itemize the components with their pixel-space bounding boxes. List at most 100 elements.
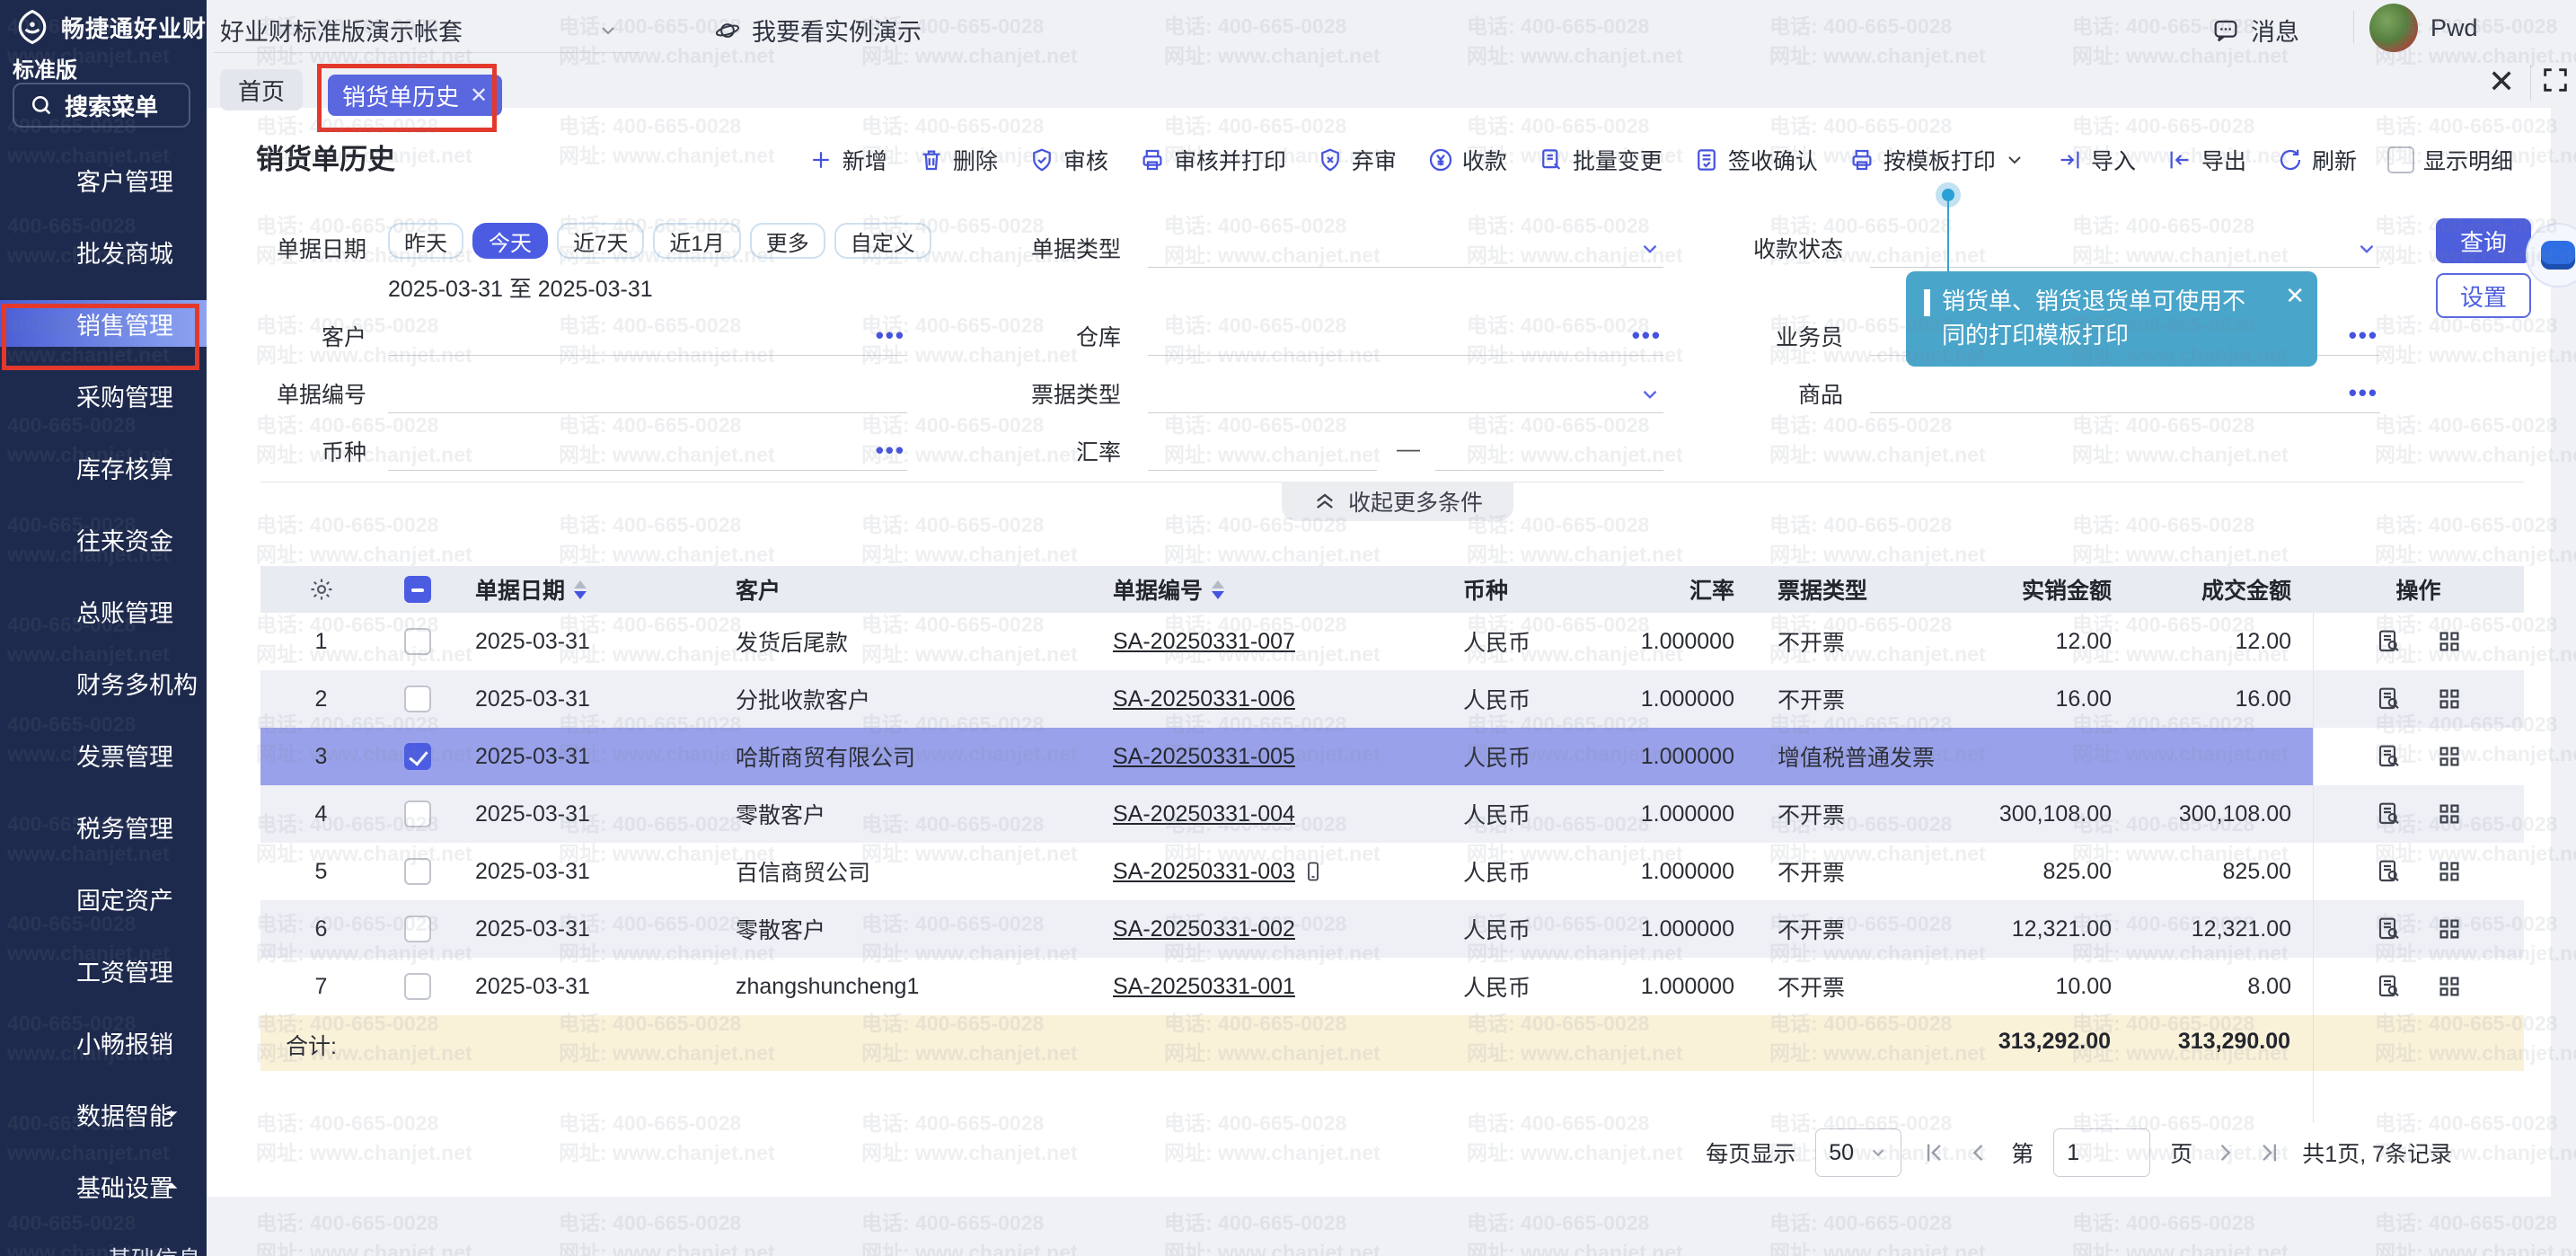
cell-operations[interactable] bbox=[2313, 670, 2524, 728]
doc-no-link[interactable]: SA-20250331-003 bbox=[1113, 859, 1295, 885]
date-quick-自定义[interactable]: 自定义 bbox=[834, 223, 931, 259]
query-button[interactable]: 查询 bbox=[2436, 218, 2531, 263]
grid-actions-icon[interactable] bbox=[2436, 973, 2463, 1000]
sidebar-item-7[interactable]: 财务多机构 bbox=[0, 647, 207, 719]
row-checkbox[interactable] bbox=[404, 685, 431, 712]
menu-search[interactable]: 搜索菜单 bbox=[13, 83, 190, 128]
gear-icon[interactable] bbox=[308, 576, 335, 603]
column-header-7[interactable]: 成交金额 bbox=[2133, 566, 2313, 613]
ellipsis-icon[interactable]: ••• bbox=[2349, 322, 2378, 349]
table-row[interactable]: 32025-03-31哈斯商贸有限公司SA-20250331-005人民币1.0… bbox=[260, 728, 2524, 785]
collapse-conditions-button[interactable]: 收起更多条件 bbox=[1282, 482, 1513, 521]
toolbar-button-printer-3[interactable]: 审核并打印 bbox=[1139, 144, 1286, 176]
tab-sales-history[interactable]: 销货单历史 ✕ bbox=[328, 75, 502, 116]
warehouse-field[interactable]: ••• bbox=[1148, 316, 1663, 356]
first-page-icon[interactable] bbox=[1921, 1140, 1946, 1165]
sort-icon[interactable] bbox=[574, 580, 587, 599]
date-quick-昨天[interactable]: 昨天 bbox=[388, 223, 463, 259]
cell-doc-no[interactable]: SA-20250331-004 bbox=[1091, 785, 1442, 843]
sidebar-item-14[interactable]: 基础设置 bbox=[0, 1150, 207, 1222]
grid-actions-icon[interactable] bbox=[2436, 628, 2463, 655]
date-range-value[interactable]: 2025-03-31 至 2025-03-31 bbox=[388, 271, 653, 304]
tooltip-close-icon[interactable]: ✕ bbox=[2285, 282, 2305, 310]
date-quick-今天[interactable]: 今天 bbox=[472, 223, 548, 259]
column-header-5[interactable]: 票据类型 bbox=[1756, 566, 1972, 613]
last-page-icon[interactable] bbox=[2257, 1140, 2282, 1165]
date-quick-更多[interactable]: 更多 bbox=[750, 223, 825, 259]
cell-doc-no[interactable]: SA-20250331-006 bbox=[1091, 670, 1442, 728]
header-checkbox-cell[interactable] bbox=[382, 566, 454, 613]
view-doc-icon[interactable] bbox=[2375, 972, 2404, 1001]
doc-type-field[interactable] bbox=[1148, 228, 1663, 268]
cell-operations[interactable] bbox=[2313, 785, 2524, 843]
sidebar-item-0[interactable]: 客户管理 bbox=[0, 144, 207, 216]
toolbar-button-doc-change-6[interactable]: 批量变更 bbox=[1538, 144, 1663, 176]
row-checkbox-cell[interactable] bbox=[382, 843, 454, 900]
row-checkbox-cell[interactable] bbox=[382, 958, 454, 1015]
sidebar-item-3[interactable]: 采购管理 bbox=[0, 359, 207, 431]
messages-button[interactable]: 消息 bbox=[2211, 13, 2299, 48]
sidebar-item-4[interactable]: 库存核算 bbox=[0, 431, 207, 503]
toolbar-button-import-9[interactable]: 导入 bbox=[2056, 144, 2136, 176]
doc-no-field[interactable] bbox=[388, 374, 907, 413]
fullscreen-icon[interactable] bbox=[2540, 65, 2571, 95]
avatar[interactable] bbox=[2369, 4, 2418, 52]
sidebar-subitem-basic-info[interactable]: 基础信息 bbox=[0, 1222, 207, 1256]
demo-link[interactable]: 我要看实例演示 bbox=[714, 13, 922, 48]
sidebar-item-10[interactable]: 固定资产 bbox=[0, 862, 207, 934]
ellipsis-icon[interactable]: ••• bbox=[876, 322, 905, 349]
doc-no-link[interactable]: SA-20250331-001 bbox=[1113, 974, 1295, 1000]
view-doc-icon[interactable] bbox=[2375, 800, 2404, 828]
per-page-select[interactable]: 50 bbox=[1815, 1128, 1901, 1177]
cell-doc-no[interactable]: SA-20250331-007 bbox=[1091, 613, 1442, 670]
row-checkbox-cell[interactable] bbox=[382, 900, 454, 958]
toolbar-button-refresh-11[interactable]: 刷新 bbox=[2277, 144, 2357, 176]
sidebar-item-13[interactable]: 数据智能 bbox=[0, 1078, 207, 1150]
table-row[interactable]: 42025-03-31零散客户SA-20250331-004人民币1.00000… bbox=[260, 785, 2524, 843]
row-checkbox-cell[interactable] bbox=[382, 728, 454, 785]
customer-field[interactable]: ••• bbox=[388, 316, 907, 356]
ellipsis-icon[interactable]: ••• bbox=[1632, 322, 1662, 349]
row-checkbox[interactable] bbox=[404, 800, 431, 827]
column-header-3[interactable]: 币种 bbox=[1442, 566, 1603, 613]
sidebar-item-9[interactable]: 税务管理 bbox=[0, 791, 207, 862]
view-doc-icon[interactable] bbox=[2375, 685, 2404, 713]
ellipsis-icon[interactable]: ••• bbox=[876, 437, 905, 464]
cell-operations[interactable] bbox=[2313, 900, 2524, 958]
cell-doc-no[interactable]: SA-20250331-002 bbox=[1091, 900, 1442, 958]
tab-home[interactable]: 首页 bbox=[220, 69, 303, 111]
table-row[interactable]: 62025-03-31零散客户SA-20250331-002人民币1.00000… bbox=[260, 900, 2524, 958]
row-checkbox-cell[interactable] bbox=[382, 670, 454, 728]
view-doc-icon[interactable] bbox=[2375, 627, 2404, 656]
column-header-2[interactable]: 单据编号 bbox=[1091, 566, 1442, 613]
tab-close-icon[interactable]: ✕ bbox=[470, 83, 488, 109]
next-page-icon[interactable] bbox=[2212, 1140, 2237, 1165]
row-checkbox[interactable] bbox=[404, 628, 431, 655]
grid-actions-icon[interactable] bbox=[2436, 743, 2463, 770]
goods-field[interactable]: ••• bbox=[1870, 374, 2380, 413]
grid-actions-icon[interactable] bbox=[2436, 915, 2463, 942]
sidebar-item-6[interactable]: 总账管理 bbox=[0, 575, 207, 647]
close-icon[interactable]: ✕ bbox=[2488, 63, 2515, 101]
toolbar-button-money-5[interactable]: 收款 bbox=[1427, 144, 1507, 176]
rate-field-from[interactable] bbox=[1148, 431, 1377, 471]
view-doc-icon[interactable] bbox=[2375, 742, 2404, 771]
row-checkbox[interactable] bbox=[404, 973, 431, 1000]
toolbar-button-printer-8[interactable]: 按模板打印 bbox=[1848, 144, 2025, 176]
column-settings-cell[interactable] bbox=[260, 566, 382, 613]
rate-field-to[interactable] bbox=[1435, 431, 1663, 471]
currency-field[interactable]: ••• bbox=[388, 431, 907, 471]
row-checkbox[interactable] bbox=[404, 858, 431, 885]
chevron-down-icon[interactable] bbox=[1638, 237, 1662, 261]
row-checkbox-cell[interactable] bbox=[382, 613, 454, 670]
page-number-input[interactable] bbox=[2053, 1128, 2150, 1177]
cell-operations[interactable] bbox=[2313, 728, 2524, 785]
view-doc-icon[interactable] bbox=[2375, 857, 2404, 886]
cell-doc-no[interactable]: SA-20250331-003 bbox=[1091, 843, 1442, 900]
row-checkbox-cell[interactable] bbox=[382, 785, 454, 843]
table-row[interactable]: 72025-03-31zhangshuncheng1SA-20250331-00… bbox=[260, 958, 2524, 1015]
chevron-down-icon[interactable] bbox=[2355, 237, 2378, 261]
ellipsis-icon[interactable]: ••• bbox=[2349, 379, 2378, 407]
row-checkbox[interactable] bbox=[404, 743, 431, 770]
select-all-checkbox[interactable] bbox=[404, 576, 431, 603]
